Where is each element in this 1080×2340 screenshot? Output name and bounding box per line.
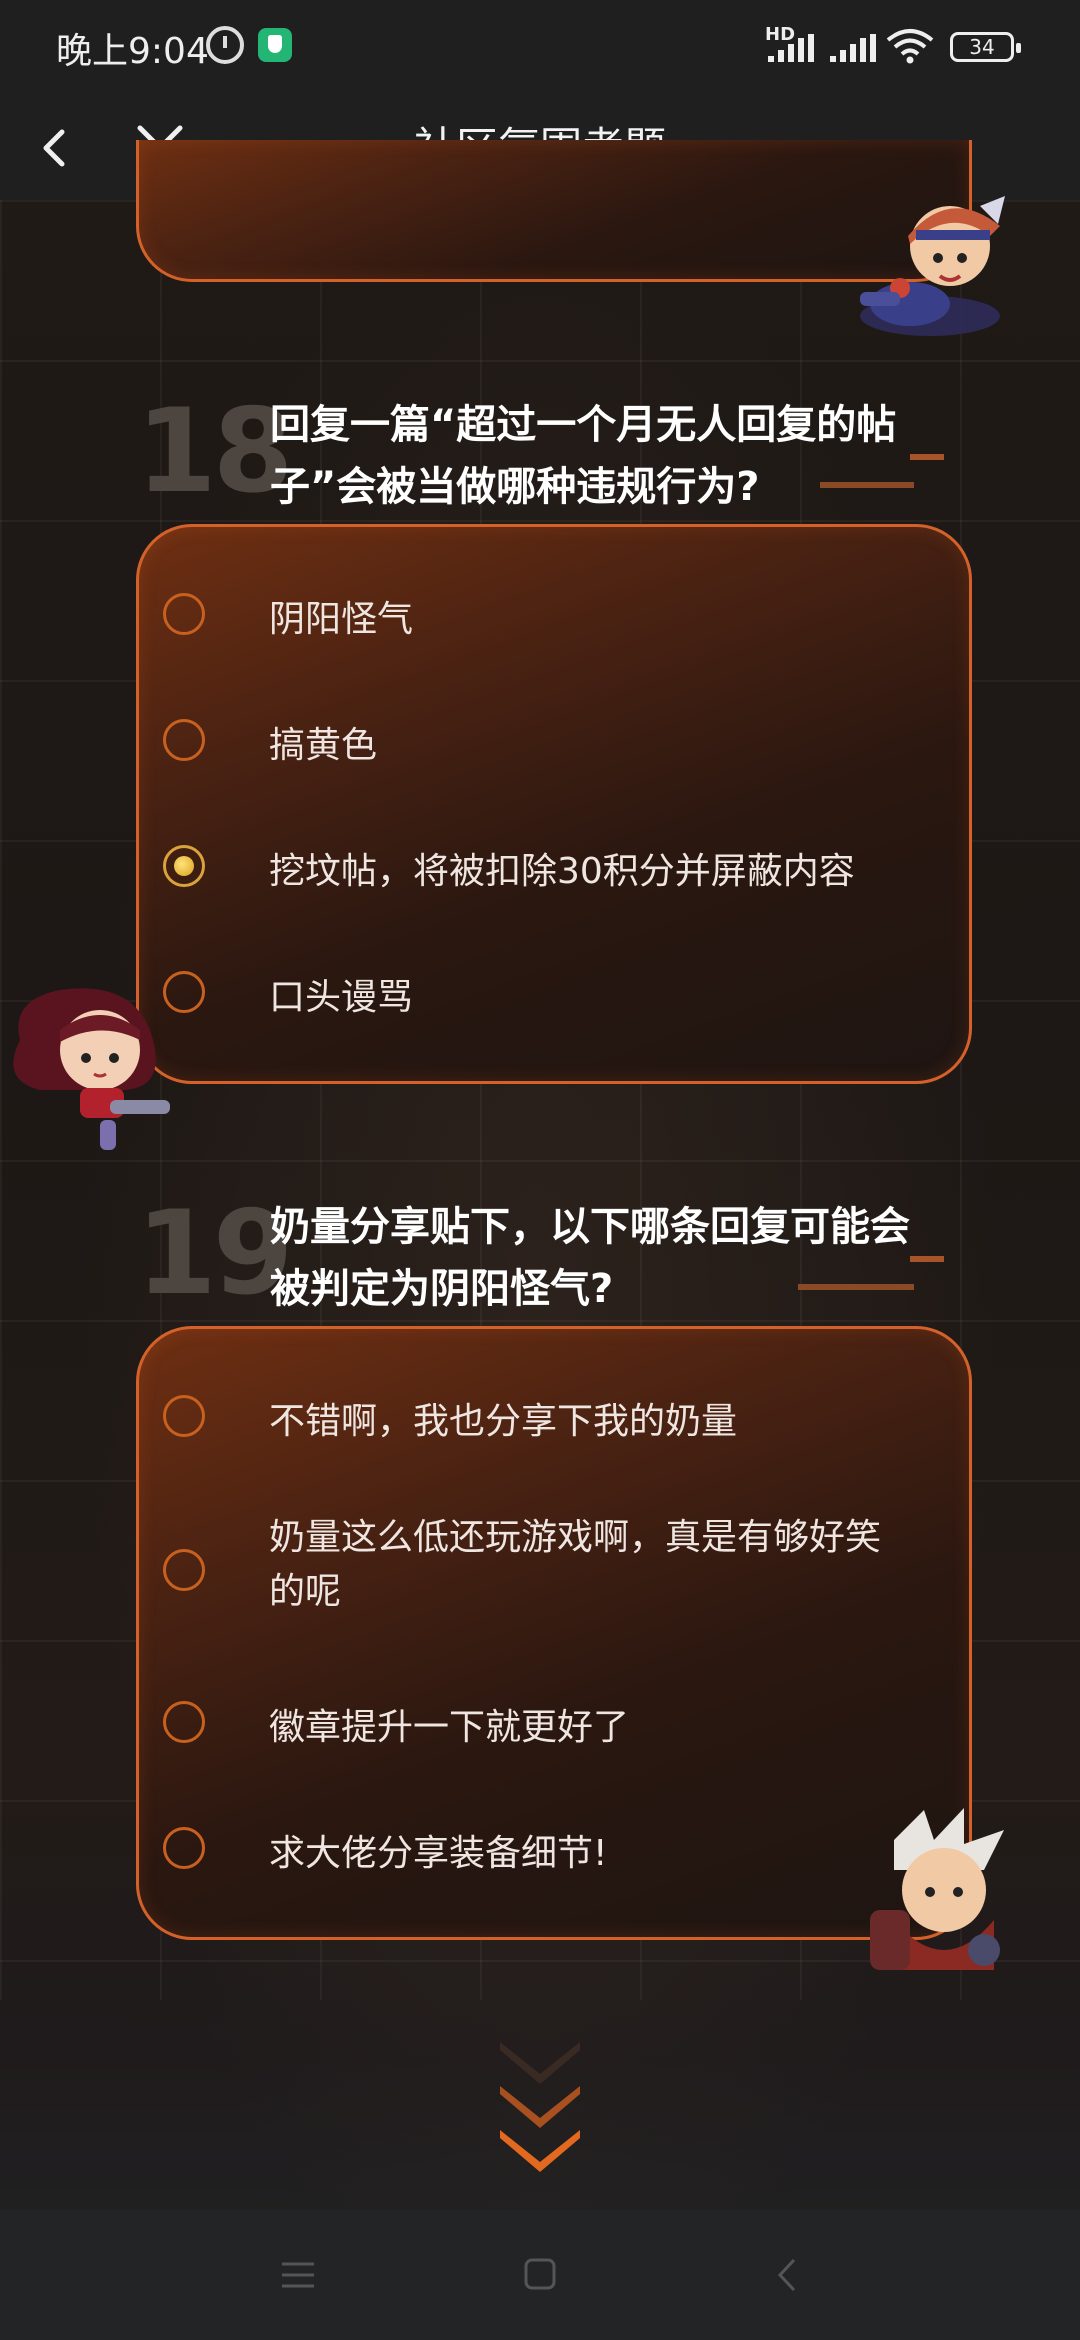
decor-dash xyxy=(820,482,914,488)
alarm-icon xyxy=(206,26,244,64)
nav-back-icon[interactable] xyxy=(758,2250,818,2300)
status-time: 晚上9:04 xyxy=(56,31,209,72)
character-girl-icon xyxy=(13,988,170,1150)
signal-strength-icon-2 xyxy=(830,34,876,62)
radio-button[interactable] xyxy=(163,593,205,635)
status-bar: 晚上9:04 HD 34 xyxy=(0,0,1080,96)
radio-button[interactable] xyxy=(163,1549,205,1591)
decor-dash xyxy=(798,1284,914,1290)
square-home-icon[interactable] xyxy=(510,2250,570,2300)
radio-button[interactable] xyxy=(163,1701,205,1743)
question-text: 回复一篇“超过一个月无人回复的帖子”会被当做哪种违规行为? xyxy=(270,402,897,510)
scroll-chevron-icon xyxy=(500,2042,580,2084)
question-number: 19 xyxy=(136,1186,293,1321)
battery-icon: 34 xyxy=(950,32,1021,62)
option-label: 阴阳怪气 xyxy=(269,599,414,640)
radio-button[interactable] xyxy=(163,1395,205,1437)
option-label: 徽章提升一下就更好了 xyxy=(269,1707,630,1748)
question-number: 18 xyxy=(136,384,293,519)
option-label: 搞黄色 xyxy=(269,725,378,766)
scroll-chevron-icon xyxy=(500,2086,580,2128)
radio-button[interactable] xyxy=(163,1827,205,1869)
menu-icon[interactable] xyxy=(268,2250,328,2300)
system-nav-bar xyxy=(0,2210,1080,2340)
radio-button-selected[interactable] xyxy=(163,845,205,887)
radio-button[interactable] xyxy=(163,719,205,761)
security-shield-icon xyxy=(258,28,292,62)
scroll-down-chevron-icon[interactable] xyxy=(498,2128,582,2172)
decor-dash-short xyxy=(910,1256,944,1262)
question-18-options-card: 阴阳怪气 搞黄色 挖坟帖，将被扣除30积分并屏蔽内容 口头谩骂 xyxy=(136,524,972,1084)
question-text: 奶量分享贴下，以下哪条回复可能会被判定为阴阳怪气? xyxy=(270,1204,910,1312)
option-label: 求大佬分享装备细节! xyxy=(269,1833,608,1874)
character-ninja-icon xyxy=(860,196,1005,336)
signal-strength-icon xyxy=(768,34,814,62)
option-label: 不错啊，我也分享下我的奶量 xyxy=(269,1401,738,1442)
character-warrior-icon xyxy=(870,1808,1004,1970)
option-label: 口头谩骂 xyxy=(269,977,414,1018)
wifi-icon xyxy=(886,29,934,64)
option-label: 奶量这么低还玩游戏啊，真是有够好笑的呢 xyxy=(269,1517,882,1612)
decor-dash-short xyxy=(910,454,944,460)
option-label: 挖坟帖，将被扣除30积分并屏蔽内容 xyxy=(269,851,855,892)
quiz-page: 晚上9:04 HD 34 社区氛围考题 xyxy=(0,0,1080,2340)
